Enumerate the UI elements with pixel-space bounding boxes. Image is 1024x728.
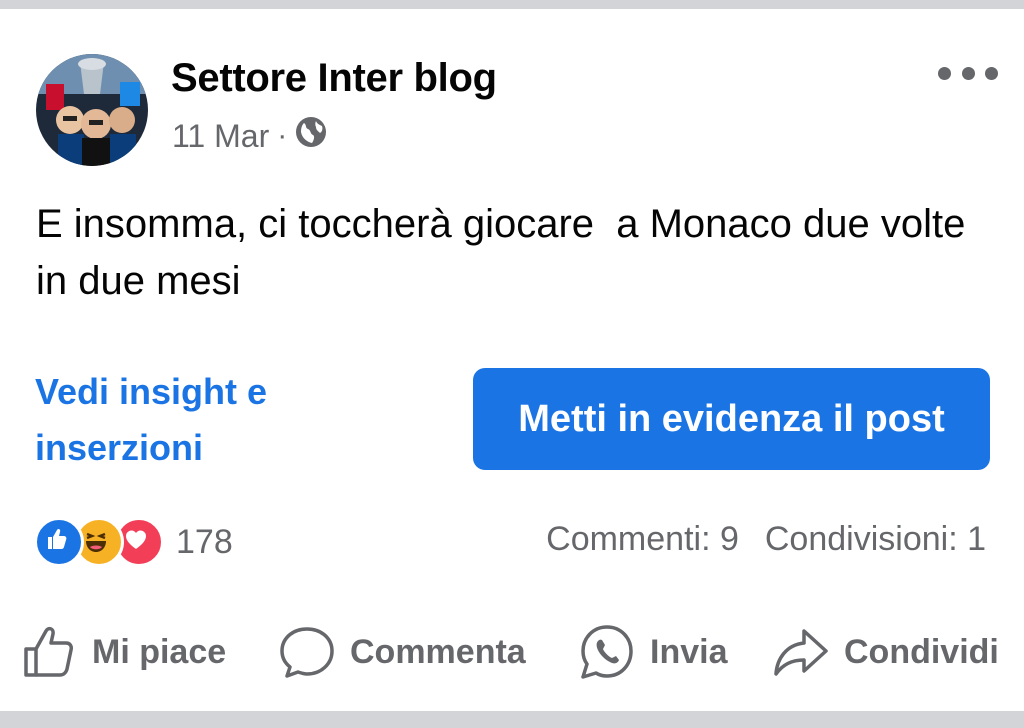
insights-link[interactable]: Vedi insight e inserzioni — [35, 364, 335, 476]
top-separator — [0, 0, 1024, 18]
comment-icon — [278, 623, 336, 681]
like-button[interactable]: Mi piace — [20, 612, 226, 692]
comment-button[interactable]: Commenta — [278, 612, 526, 692]
send-label: Invia — [650, 632, 728, 671]
thumbs-up-icon — [20, 623, 78, 681]
whatsapp-icon — [578, 623, 636, 681]
action-bar: Mi piace Commenta Invia Condividi — [0, 612, 1024, 692]
post-date[interactable]: 11 Mar — [172, 118, 269, 155]
comments-count[interactable]: Commenti: 9 — [546, 520, 739, 559]
like-icon — [34, 517, 84, 567]
post-author[interactable]: Settore Inter blog — [171, 56, 497, 101]
meta-separator: · — [277, 119, 288, 152]
bottom-separator — [0, 711, 1024, 728]
more-options-button[interactable] — [938, 58, 998, 88]
comment-label: Commenta — [350, 632, 526, 671]
globe-icon — [295, 116, 327, 156]
share-button[interactable]: Condividi — [772, 612, 999, 692]
reactions-summary[interactable]: 178 — [34, 517, 233, 567]
post-meta: 11 Mar · — [172, 116, 327, 156]
shares-count[interactable]: Condivisioni: 1 — [765, 520, 986, 559]
boost-post-button[interactable]: Metti in evidenza il post — [473, 368, 990, 470]
dot-icon — [938, 66, 951, 80]
share-icon — [772, 623, 830, 681]
reaction-count[interactable]: 178 — [176, 523, 233, 562]
dot-icon — [961, 66, 975, 80]
avatar[interactable] — [36, 54, 148, 166]
send-button[interactable]: Invia — [578, 612, 727, 692]
post-text: E insomma, ci toccherà giocare a Monaco … — [36, 202, 977, 303]
like-label: Mi piace — [92, 632, 227, 671]
share-label: Condividi — [844, 632, 999, 671]
engagement-counts: Commenti: 9 Condivisioni: 1 — [546, 520, 986, 559]
dot-icon — [985, 66, 998, 80]
